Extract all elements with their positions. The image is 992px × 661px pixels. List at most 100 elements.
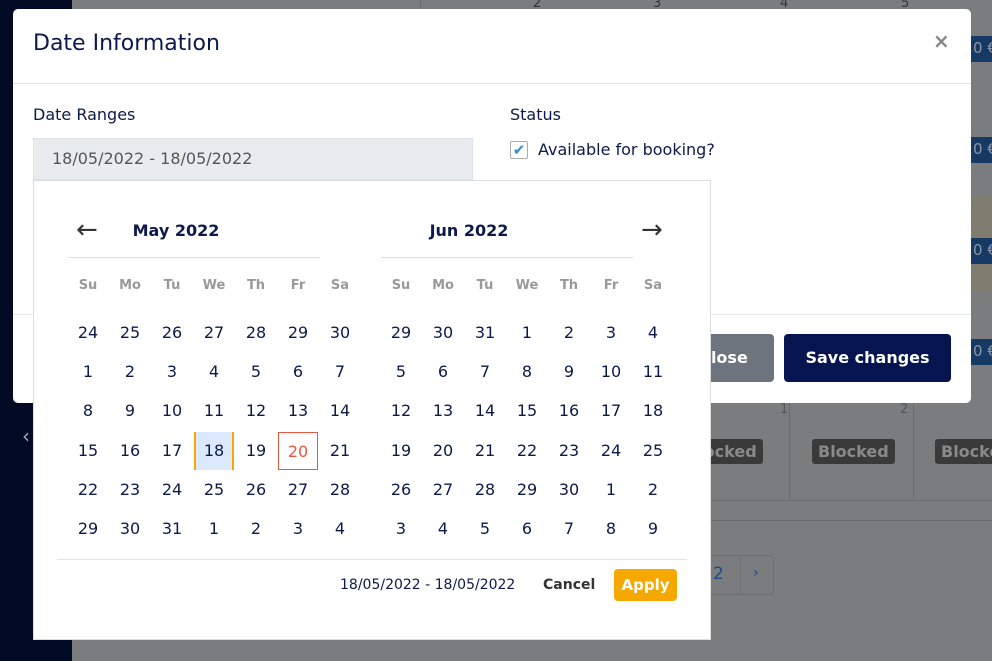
day-cell[interactable]: 8: [507, 353, 547, 391]
day-cell[interactable]: 28: [320, 471, 360, 509]
day-cell[interactable]: 5: [236, 353, 276, 391]
day-cell[interactable]: 29: [381, 314, 421, 352]
day-cell[interactable]: 3: [278, 510, 318, 548]
day-cell[interactable]: 15: [507, 392, 547, 430]
day-cell[interactable]: 3: [152, 353, 192, 391]
day-cell[interactable]: 26: [152, 314, 192, 352]
day-cell[interactable]: 23: [549, 432, 589, 470]
apply-button[interactable]: Apply: [614, 569, 677, 601]
day-cell[interactable]: 3: [591, 314, 631, 352]
day-cell[interactable]: 28: [236, 314, 276, 352]
day-cell[interactable]: 5: [465, 510, 505, 548]
day-cell[interactable]: 14: [320, 392, 360, 430]
day-cell[interactable]: 6: [278, 353, 318, 391]
day-cell[interactable]: 1: [68, 353, 108, 391]
day-cell[interactable]: 9: [549, 353, 589, 391]
day-cell[interactable]: 26: [236, 471, 276, 509]
day-cell[interactable]: 22: [507, 432, 547, 470]
day-cell[interactable]: 30: [110, 510, 150, 548]
day-cell[interactable]: 8: [68, 392, 108, 430]
day-cell[interactable]: 3: [381, 510, 421, 548]
day-cell[interactable]: 27: [278, 471, 318, 509]
day-cell[interactable]: 18: [633, 392, 673, 430]
available-checkbox[interactable]: ✔: [510, 141, 528, 159]
day-cell[interactable]: 11: [633, 353, 673, 391]
day-cell[interactable]: 2: [633, 471, 673, 509]
day-cell[interactable]: 24: [591, 432, 631, 470]
day-cell[interactable]: 29: [507, 471, 547, 509]
day-cell[interactable]: 31: [152, 510, 192, 548]
day-cell[interactable]: 12: [381, 392, 421, 430]
day-cell[interactable]: 1: [507, 314, 547, 352]
page-2-link[interactable]: 2: [713, 564, 724, 584]
day-cell[interactable]: 18: [194, 431, 234, 470]
day-cell[interactable]: 4: [633, 314, 673, 352]
weekday-header: Tu: [163, 278, 181, 293]
day-cell[interactable]: 1: [194, 510, 234, 548]
day-cell[interactable]: 7: [549, 510, 589, 548]
date-ranges-input[interactable]: 18/05/2022 - 18/05/2022: [33, 138, 473, 180]
next-page-link[interactable]: ›: [753, 565, 759, 581]
day-cell[interactable]: 2: [236, 510, 276, 548]
day-cell[interactable]: 25: [194, 471, 234, 509]
weekday-header: Tu: [476, 278, 494, 293]
modal-title: Date Information: [33, 31, 220, 56]
day-cell[interactable]: 9: [633, 510, 673, 548]
day-cell[interactable]: 20: [278, 431, 318, 470]
day-cell[interactable]: 14: [465, 392, 505, 430]
day-cell[interactable]: 17: [591, 392, 631, 430]
day-cell[interactable]: 6: [507, 510, 547, 548]
weekday-header: We: [202, 278, 226, 293]
day-cell[interactable]: 21: [320, 432, 360, 470]
day-cell[interactable]: 27: [194, 314, 234, 352]
day-cell[interactable]: 11: [194, 392, 234, 430]
day-cell[interactable]: 20: [423, 432, 463, 470]
day-cell[interactable]: 19: [381, 432, 421, 470]
day-cell[interactable]: 30: [320, 314, 360, 352]
day-cell[interactable]: 4: [194, 353, 234, 391]
day-cell[interactable]: 26: [381, 471, 421, 509]
day-cell[interactable]: 16: [549, 392, 589, 430]
day-cell[interactable]: 17: [152, 432, 192, 470]
day-cell[interactable]: 4: [423, 510, 463, 548]
day-cell[interactable]: 24: [152, 471, 192, 509]
price-badge: 0 €: [971, 238, 992, 264]
day-cell[interactable]: 25: [633, 432, 673, 470]
day-cell[interactable]: 21: [465, 432, 505, 470]
day-cell[interactable]: 6: [423, 353, 463, 391]
day-cell[interactable]: 10: [591, 353, 631, 391]
day-cell[interactable]: 19: [236, 432, 276, 470]
day-cell[interactable]: 15: [68, 432, 108, 470]
day-cell[interactable]: 2: [110, 353, 150, 391]
day-cell[interactable]: 23: [110, 471, 150, 509]
day-cell[interactable]: 4: [320, 510, 360, 548]
day-cell[interactable]: 30: [423, 314, 463, 352]
day-cell[interactable]: 1: [591, 471, 631, 509]
day-cell[interactable]: 13: [423, 392, 463, 430]
day-cell[interactable]: 12: [236, 392, 276, 430]
weekday-header: Th: [559, 278, 579, 293]
day-cell[interactable]: 2: [549, 314, 589, 352]
close-icon[interactable]: ×: [933, 29, 950, 53]
day-cell[interactable]: 24: [68, 314, 108, 352]
cancel-button[interactable]: Cancel: [543, 577, 595, 593]
day-cell[interactable]: 28: [465, 471, 505, 509]
day-cell[interactable]: 16: [110, 432, 150, 470]
day-cell[interactable]: 5: [381, 353, 421, 391]
day-cell[interactable]: 30: [549, 471, 589, 509]
day-cell[interactable]: 31: [465, 314, 505, 352]
sidebar-toggle[interactable]: ‹: [22, 424, 30, 448]
day-cell[interactable]: 9: [110, 392, 150, 430]
day-cell[interactable]: 7: [320, 353, 360, 391]
next-month-arrow-icon[interactable]: →: [641, 217, 663, 243]
day-cell[interactable]: 10: [152, 392, 192, 430]
day-cell[interactable]: 7: [465, 353, 505, 391]
day-cell[interactable]: 27: [423, 471, 463, 509]
day-cell[interactable]: 22: [68, 471, 108, 509]
day-cell[interactable]: 29: [68, 510, 108, 548]
day-cell[interactable]: 13: [278, 392, 318, 430]
day-cell[interactable]: 8: [591, 510, 631, 548]
day-cell[interactable]: 29: [278, 314, 318, 352]
day-cell[interactable]: 25: [110, 314, 150, 352]
save-changes-button[interactable]: Save changes: [784, 334, 951, 382]
